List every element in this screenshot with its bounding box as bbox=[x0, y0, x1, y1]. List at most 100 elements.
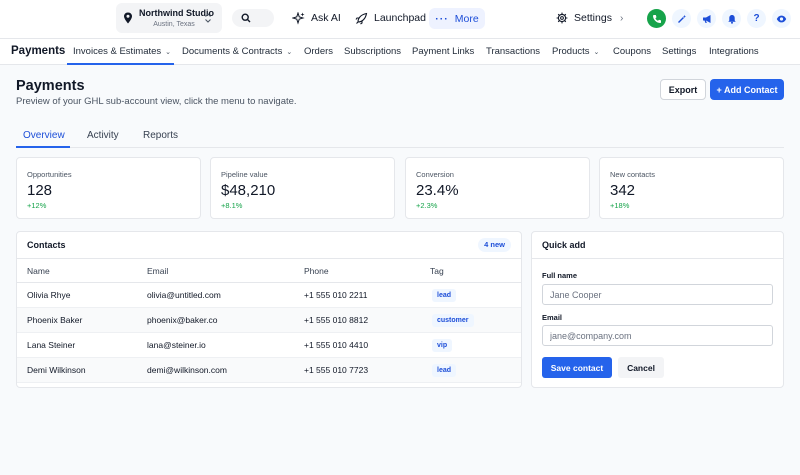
tabs-divider bbox=[16, 147, 784, 148]
more-button[interactable]: ··· More bbox=[429, 8, 485, 29]
chevron-up-down-icon bbox=[205, 13, 211, 23]
eye-icon bbox=[776, 15, 787, 22]
nav-item-settings[interactable]: Settings bbox=[662, 46, 696, 57]
tab-overview[interactable]: Overview bbox=[23, 130, 65, 141]
export-button[interactable]: Export bbox=[660, 79, 706, 100]
ask-ai-button[interactable]: Ask AI bbox=[292, 8, 341, 28]
contact-phone: +1 555 010 2211 bbox=[304, 290, 368, 300]
more-dots-icon: ··· bbox=[435, 12, 449, 25]
launchpad-button[interactable]: Launchpad bbox=[355, 8, 426, 28]
nav-item-integrations[interactable]: Integrations bbox=[709, 46, 759, 57]
nav-item-label: Transactions bbox=[486, 46, 541, 57]
tab-reports[interactable]: Reports bbox=[143, 130, 178, 141]
nav-item-orders[interactable]: Orders bbox=[304, 46, 333, 57]
map-pin-icon bbox=[124, 12, 132, 24]
stat-value: 128 bbox=[27, 182, 53, 199]
column-header-tag[interactable]: Tag bbox=[430, 266, 444, 276]
column-header-name[interactable]: Name bbox=[27, 266, 50, 276]
stat-label: Conversion bbox=[416, 170, 454, 179]
announcements-button[interactable] bbox=[697, 9, 716, 28]
tab-activity[interactable]: Activity bbox=[87, 130, 119, 141]
stat-card-opportunities: Opportunities 128 +12% bbox=[16, 157, 201, 219]
nav-item-label: Integrations bbox=[709, 46, 759, 57]
contact-phone: +1 555 010 8812 bbox=[304, 315, 369, 325]
nav-item-label: Payment Links bbox=[412, 46, 475, 57]
contact-phone: +1 555 010 7723 bbox=[304, 365, 369, 375]
quick-add-panel: Quick add Full name Email Save contact C… bbox=[531, 231, 784, 388]
stat-label: New contacts bbox=[610, 170, 656, 179]
stat-delta: +8.1% bbox=[221, 201, 243, 210]
phone-icon bbox=[652, 14, 661, 23]
table-row[interactable]: Olivia Rhye olivia@untitled.com +1 555 0… bbox=[17, 283, 521, 308]
magic-wand-button[interactable] bbox=[672, 9, 691, 28]
phone-button[interactable] bbox=[647, 9, 666, 28]
bell-icon bbox=[727, 14, 736, 24]
stat-label: Opportunities bbox=[27, 170, 72, 179]
nav-item-transactions[interactable]: Transactions bbox=[486, 46, 540, 57]
stat-card-pipeline-value: Pipeline value $48,210 +8.1% bbox=[210, 157, 395, 219]
page-title: Payments bbox=[16, 78, 85, 94]
nav-item-label: Products bbox=[552, 46, 590, 57]
sparkle-icon bbox=[292, 11, 305, 25]
nav-item-label: Subscriptions bbox=[344, 46, 402, 57]
stat-value: $48,210 bbox=[221, 182, 276, 199]
quick-add-title: Quick add bbox=[542, 240, 586, 250]
section-nav: Payments Invoices & Estimates ⌄ Documents… bbox=[0, 38, 800, 65]
nav-active-indicator bbox=[67, 63, 174, 65]
table-row[interactable]: Demi Wilkinson demi@wilkinson.com +1 555… bbox=[17, 358, 521, 383]
rocket-icon bbox=[355, 12, 368, 24]
stat-delta: +18% bbox=[610, 201, 630, 210]
add-contact-button[interactable]: + Add Contact bbox=[710, 79, 784, 100]
preview-button[interactable] bbox=[772, 9, 791, 28]
stat-card-new-contacts: New contacts 342 +18% bbox=[599, 157, 784, 219]
column-header-email[interactable]: Email bbox=[147, 266, 168, 276]
nav-item-label: Documents & Contracts bbox=[182, 46, 283, 57]
page-subtitle: Preview of your GHL sub-account view, cl… bbox=[16, 96, 297, 107]
help-button[interactable]: ? bbox=[747, 9, 766, 28]
contact-email: olivia@untitled.com bbox=[147, 290, 221, 300]
stat-delta: +12% bbox=[27, 201, 47, 210]
notifications-button[interactable] bbox=[722, 9, 741, 28]
nav-item-label: Orders bbox=[304, 46, 334, 57]
quick-add-divider bbox=[532, 258, 783, 259]
top-bar: Northwind Studio Austin, Texas Ask AI La… bbox=[0, 0, 800, 38]
search-icon bbox=[241, 13, 251, 23]
nav-item-products[interactable]: Products ⌄ bbox=[552, 46, 599, 57]
stat-value: 342 bbox=[610, 182, 636, 199]
save-contact-button[interactable]: Save contact bbox=[542, 357, 612, 378]
full-name-label: Full name bbox=[542, 271, 578, 280]
location-switcher[interactable]: Northwind Studio Austin, Texas bbox=[116, 3, 222, 33]
search-button[interactable] bbox=[232, 9, 274, 27]
new-contacts-badge: 4 new bbox=[478, 238, 511, 252]
contact-email: demi@wilkinson.com bbox=[147, 365, 227, 375]
gear-icon bbox=[556, 12, 568, 24]
help-icon: ? bbox=[753, 13, 760, 24]
nav-item-coupons[interactable]: Coupons bbox=[613, 46, 651, 57]
megaphone-icon bbox=[702, 14, 710, 23]
location-subtitle: Austin, Texas bbox=[153, 21, 195, 28]
contact-tag: lead bbox=[432, 289, 457, 302]
nav-item-documents-contracts[interactable]: Documents & Contracts ⌄ bbox=[182, 46, 292, 57]
nav-brand: Payments bbox=[11, 45, 66, 57]
contact-name: Olivia Rhye bbox=[27, 290, 71, 300]
ask-ai-label: Ask AI bbox=[311, 12, 341, 24]
contacts-title: Contacts bbox=[27, 240, 66, 250]
nav-item-label: Coupons bbox=[613, 46, 652, 57]
chevron-down-icon: ⌄ bbox=[593, 49, 600, 56]
email-input[interactable] bbox=[542, 325, 773, 346]
nav-item-payment-links[interactable]: Payment Links bbox=[412, 46, 474, 57]
table-row[interactable]: Lana Steiner lana@steiner.io +1 555 010 … bbox=[17, 333, 521, 358]
stat-value: 23.4% bbox=[416, 182, 459, 199]
nav-item-subscriptions[interactable]: Subscriptions bbox=[344, 46, 401, 57]
launchpad-label: Launchpad bbox=[374, 12, 426, 24]
settings-button[interactable]: Settings › bbox=[556, 8, 623, 28]
contact-email: lana@steiner.io bbox=[147, 340, 206, 350]
nav-item-label: Settings bbox=[662, 46, 697, 57]
full-name-input[interactable] bbox=[542, 284, 773, 305]
table-row[interactable]: Phoenix Baker phoenix@baker.co +1 555 01… bbox=[17, 308, 521, 333]
nav-item-invoices-estimates[interactable]: Invoices & Estimates ⌄ bbox=[73, 46, 171, 57]
stat-delta: +2.3% bbox=[416, 201, 438, 210]
cancel-button[interactable]: Cancel bbox=[618, 357, 664, 378]
column-header-phone[interactable]: Phone bbox=[304, 266, 329, 276]
contact-tag: lead bbox=[432, 364, 457, 377]
